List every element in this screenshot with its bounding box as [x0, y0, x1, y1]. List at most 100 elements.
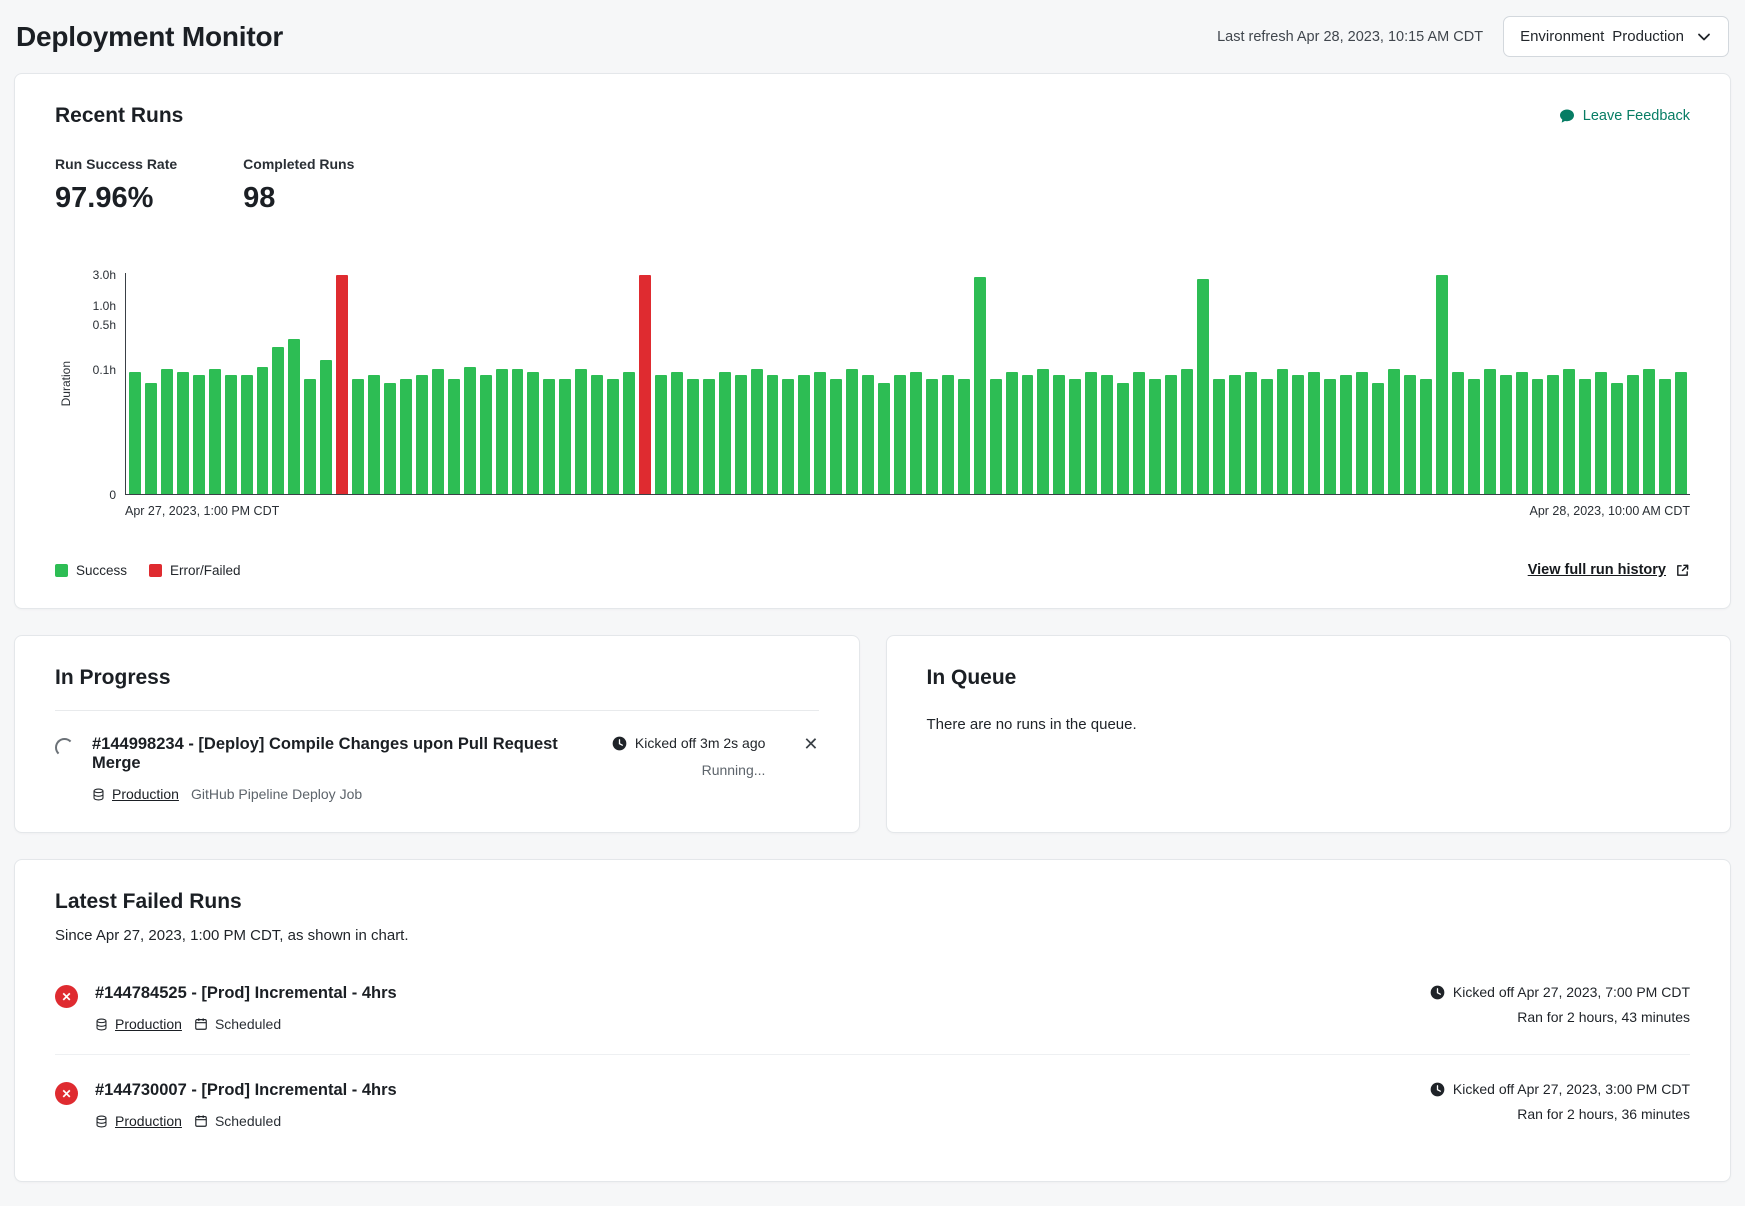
- run-bar-success[interactable]: [1404, 375, 1416, 494]
- run-bar-success[interactable]: [782, 379, 794, 494]
- run-bar-success[interactable]: [958, 379, 970, 494]
- run-bar-success[interactable]: [1292, 375, 1304, 494]
- run-bar-success[interactable]: [1053, 375, 1065, 494]
- run-bar-success[interactable]: [177, 372, 189, 494]
- run-bar-success[interactable]: [862, 375, 874, 494]
- environment-dropdown[interactable]: Environment Production: [1503, 16, 1729, 57]
- run-bar-success[interactable]: [767, 375, 779, 494]
- run-bar-success[interactable]: [1675, 372, 1687, 494]
- run-bar-success[interactable]: [1532, 379, 1544, 494]
- run-bar-success[interactable]: [161, 369, 173, 494]
- leave-feedback-link[interactable]: Leave Feedback: [1559, 108, 1690, 124]
- run-bar-success[interactable]: [1213, 379, 1225, 494]
- run-bar-success[interactable]: [400, 379, 412, 494]
- close-icon[interactable]: ✕: [801, 735, 818, 753]
- run-bar-success[interactable]: [1197, 279, 1209, 494]
- run-bar-success[interactable]: [1500, 375, 1512, 494]
- run-bar-success[interactable]: [735, 375, 747, 494]
- run-bar-success[interactable]: [193, 375, 205, 494]
- run-bar-success[interactable]: [527, 372, 539, 494]
- run-bar-success[interactable]: [1037, 369, 1049, 494]
- run-bar-success[interactable]: [1181, 369, 1193, 494]
- run-bar-success[interactable]: [1101, 375, 1113, 494]
- run-bar-success[interactable]: [272, 347, 284, 494]
- run-bar-success[interactable]: [1547, 375, 1559, 494]
- run-bar-success[interactable]: [703, 379, 715, 494]
- run-bar-success[interactable]: [1420, 379, 1432, 494]
- run-bar-success[interactable]: [496, 369, 508, 494]
- run-bar-success[interactable]: [480, 375, 492, 494]
- run-bar-success[interactable]: [671, 372, 683, 494]
- run-bar-success[interactable]: [1006, 372, 1018, 494]
- run-bar-success[interactable]: [1643, 369, 1655, 494]
- run-bar-success[interactable]: [320, 360, 332, 494]
- run-bar-success[interactable]: [384, 383, 396, 494]
- run-bar-success[interactable]: [926, 379, 938, 494]
- run-bar-failed[interactable]: [639, 275, 651, 494]
- environment-link[interactable]: Production: [95, 1113, 182, 1129]
- run-bar-success[interactable]: [1165, 375, 1177, 494]
- run-bar-success[interactable]: [1436, 275, 1448, 494]
- run-bar-success[interactable]: [1611, 383, 1623, 494]
- run-bar-success[interactable]: [1340, 375, 1352, 494]
- run-bar-failed[interactable]: [336, 275, 348, 494]
- run-bar-success[interactable]: [559, 379, 571, 494]
- run-bar-success[interactable]: [1452, 372, 1464, 494]
- run-bar-success[interactable]: [878, 383, 890, 494]
- environment-link[interactable]: Production: [95, 1016, 182, 1032]
- run-bar-success[interactable]: [751, 369, 763, 494]
- run-bar-success[interactable]: [1324, 379, 1336, 494]
- environment-link[interactable]: Production: [92, 786, 179, 802]
- run-bar-success[interactable]: [432, 369, 444, 494]
- run-bar-success[interactable]: [416, 375, 428, 494]
- run-bar-success[interactable]: [591, 375, 603, 494]
- run-bar-success[interactable]: [623, 372, 635, 494]
- run-bar-success[interactable]: [129, 372, 141, 494]
- run-bar-success[interactable]: [145, 383, 157, 494]
- run-bar-success[interactable]: [241, 375, 253, 494]
- run-bar-success[interactable]: [225, 375, 237, 494]
- run-bar-success[interactable]: [1372, 383, 1384, 494]
- run-bar-success[interactable]: [1229, 375, 1241, 494]
- run-bar-success[interactable]: [910, 372, 922, 494]
- run-bar-success[interactable]: [1069, 379, 1081, 494]
- run-bar-success[interactable]: [1388, 369, 1400, 494]
- run-bar-success[interactable]: [464, 367, 476, 494]
- run-bar-success[interactable]: [1308, 372, 1320, 494]
- run-bar-success[interactable]: [1117, 383, 1129, 494]
- run-bar-success[interactable]: [814, 372, 826, 494]
- view-full-run-history-link[interactable]: View full run history: [1528, 562, 1690, 578]
- run-bar-success[interactable]: [846, 369, 858, 494]
- run-bar-success[interactable]: [209, 369, 221, 494]
- run-bar-success[interactable]: [1516, 372, 1528, 494]
- run-bar-success[interactable]: [1149, 379, 1161, 494]
- run-bar-success[interactable]: [304, 379, 316, 494]
- run-bar-success[interactable]: [990, 379, 1002, 494]
- run-bar-success[interactable]: [1595, 372, 1607, 494]
- run-bar-success[interactable]: [1245, 372, 1257, 494]
- run-bar-success[interactable]: [1085, 372, 1097, 494]
- run-bar-success[interactable]: [543, 379, 555, 494]
- run-bar-success[interactable]: [798, 375, 810, 494]
- run-bar-success[interactable]: [288, 339, 300, 494]
- run-bar-success[interactable]: [448, 379, 460, 494]
- run-bar-success[interactable]: [894, 375, 906, 494]
- run-bar-success[interactable]: [575, 369, 587, 494]
- run-bar-success[interactable]: [1659, 379, 1671, 494]
- run-bar-success[interactable]: [830, 379, 842, 494]
- run-bar-success[interactable]: [607, 379, 619, 494]
- run-bar-success[interactable]: [1022, 375, 1034, 494]
- run-bar-success[interactable]: [1277, 369, 1289, 494]
- run-bar-success[interactable]: [974, 277, 986, 494]
- run-bar-success[interactable]: [1627, 375, 1639, 494]
- run-bar-success[interactable]: [655, 375, 667, 494]
- run-bar-success[interactable]: [257, 367, 269, 494]
- run-bar-success[interactable]: [1468, 379, 1480, 494]
- run-bar-success[interactable]: [687, 379, 699, 494]
- run-bar-success[interactable]: [942, 375, 954, 494]
- run-bar-success[interactable]: [512, 369, 524, 494]
- run-bar-success[interactable]: [368, 375, 380, 494]
- run-bar-success[interactable]: [1133, 372, 1145, 494]
- run-bar-success[interactable]: [1484, 369, 1496, 494]
- run-bar-success[interactable]: [1563, 369, 1575, 494]
